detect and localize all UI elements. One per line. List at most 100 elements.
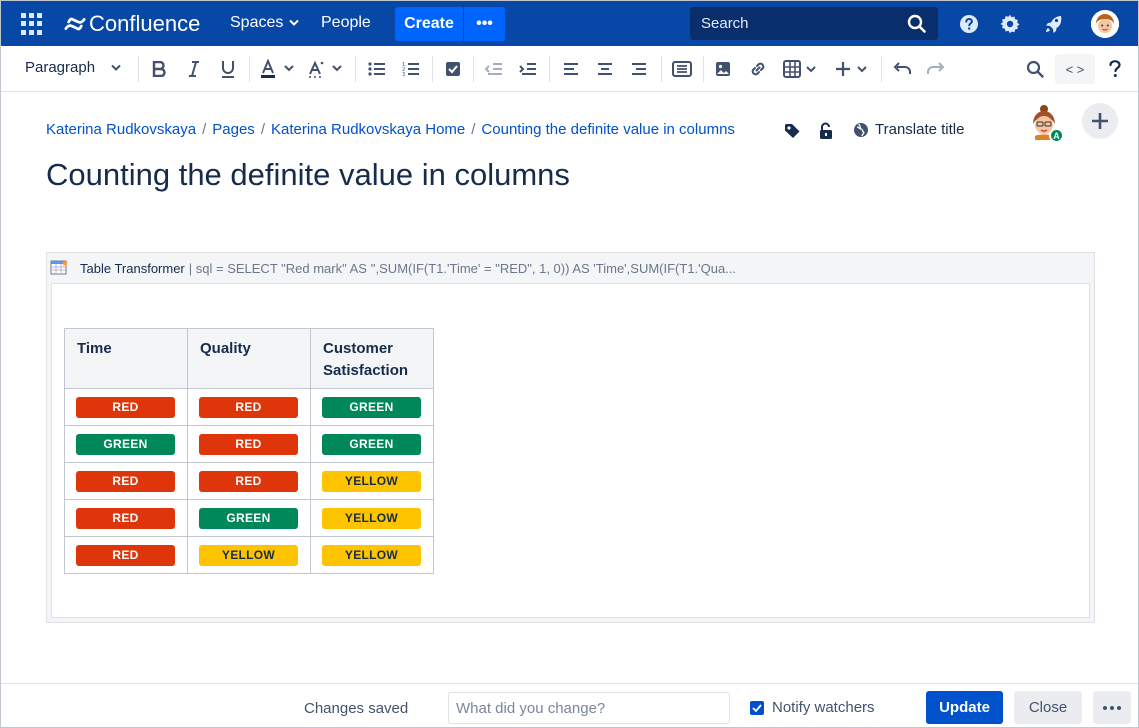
table-cell[interactable]: RED <box>64 388 188 426</box>
update-button[interactable]: Update <box>926 691 1003 724</box>
toolbar-divider <box>138 56 139 82</box>
outdent-button[interactable] <box>484 57 504 81</box>
status-lozenge-red[interactable]: RED <box>76 544 175 566</box>
insert-more-button[interactable] <box>834 57 870 81</box>
indent-button[interactable] <box>518 57 538 81</box>
table-cell[interactable]: YELLOW <box>310 536 434 574</box>
table-cell[interactable]: RED <box>64 499 188 537</box>
more-actions-button[interactable] <box>1093 691 1131 724</box>
breadcrumb: Katerina Rudkovskaya / Pages / Katerina … <box>46 121 735 138</box>
status-lozenge-red[interactable]: RED <box>76 507 175 529</box>
editor-help-button[interactable] <box>1105 57 1125 81</box>
product-name: Confluence <box>89 11 201 36</box>
more-dots-icon: ••• <box>476 15 493 32</box>
page-layout-button[interactable] <box>671 57 693 81</box>
invite-collaborator-button[interactable] <box>1082 103 1118 139</box>
user-avatar[interactable] <box>1091 10 1119 38</box>
source-editor-button[interactable]: < > <box>1055 54 1095 84</box>
task-list-button[interactable] <box>443 57 463 81</box>
status-lozenge-green[interactable]: GREEN <box>322 433 421 455</box>
status-lozenge-yellow[interactable]: YELLOW <box>322 507 421 529</box>
search-icon[interactable] <box>907 14 927 34</box>
help-icon[interactable] <box>958 13 980 35</box>
rocket-notifications-icon[interactable] <box>1043 13 1065 35</box>
notify-watchers-checkbox[interactable]: Notify watchers <box>750 699 875 716</box>
status-lozenge-green[interactable]: GREEN <box>322 396 421 418</box>
insert-link-button[interactable] <box>747 57 769 81</box>
paragraph-style-select[interactable]: Paragraph <box>25 59 121 76</box>
table-cell[interactable]: GREEN <box>187 499 311 537</box>
table-cell[interactable]: RED <box>187 388 311 426</box>
spaces-menu[interactable]: Spaces <box>230 14 300 32</box>
table-cell[interactable]: YELLOW <box>310 499 434 537</box>
toolbar-divider <box>881 56 882 82</box>
italic-button[interactable] <box>184 57 204 81</box>
create-button[interactable]: Create <box>395 7 463 41</box>
toolbar-divider <box>473 56 474 82</box>
table-cell[interactable]: RED <box>187 425 311 463</box>
status-lozenge-red[interactable]: RED <box>76 470 175 492</box>
bold-button[interactable] <box>149 57 169 81</box>
insert-image-button[interactable] <box>713 57 733 81</box>
table-cell[interactable]: RED <box>187 462 311 500</box>
find-replace-button[interactable] <box>1024 57 1046 81</box>
top-navigation: Confluence Spaces People Create ••• <box>1 1 1138 46</box>
bullet-list-button[interactable] <box>367 57 387 81</box>
unlock-icon[interactable] <box>817 122 835 140</box>
align-right-button[interactable] <box>629 57 649 81</box>
text-color-icon <box>261 59 294 78</box>
header-quality[interactable]: Quality <box>187 328 311 389</box>
status-lozenge-red[interactable]: RED <box>76 396 175 418</box>
search-input[interactable] <box>701 15 901 32</box>
label-tag-icon[interactable] <box>783 122 801 140</box>
status-lozenge-yellow[interactable]: YELLOW <box>322 470 421 492</box>
breadcrumb-separator: / <box>471 121 476 138</box>
table-cell[interactable]: YELLOW <box>310 462 434 500</box>
status-lozenge-green[interactable]: GREEN <box>76 433 175 455</box>
insert-table-button[interactable] <box>783 57 819 81</box>
status-lozenge-red[interactable]: RED <box>199 470 298 492</box>
status-lozenge-red[interactable]: RED <box>199 433 298 455</box>
underline-button[interactable] <box>218 57 238 81</box>
text-color-button[interactable] <box>258 57 296 81</box>
people-link[interactable]: People <box>321 14 371 32</box>
search-box[interactable] <box>690 7 938 40</box>
table-cell[interactable]: GREEN <box>310 388 434 426</box>
change-comment-input[interactable] <box>448 692 730 724</box>
status-lozenge-green[interactable]: GREEN <box>199 507 298 529</box>
header-customer-satisfaction[interactable]: Customer Satisfaction <box>310 328 434 389</box>
breadcrumb-item-pages[interactable]: Pages <box>212 121 255 138</box>
header-time[interactable]: Time <box>64 328 188 389</box>
confluence-logo-icon <box>64 17 86 31</box>
more-dots-icon <box>1103 705 1121 710</box>
app-switcher-icon[interactable] <box>21 13 43 35</box>
breadcrumb-item-space[interactable]: Katerina Rudkovskaya <box>46 121 196 138</box>
table-cell[interactable]: GREEN <box>310 425 434 463</box>
outdent-icon <box>485 63 502 75</box>
align-left-button[interactable] <box>561 57 581 81</box>
breadcrumb-item-home[interactable]: Katerina Rudkovskaya Home <box>271 121 465 138</box>
more-formatting-button[interactable] <box>306 57 344 81</box>
breadcrumb-item-current-page[interactable]: Counting the definite value in columns <box>481 121 735 138</box>
gear-icon[interactable] <box>999 13 1021 35</box>
numbered-list-button[interactable]: 123 <box>401 57 421 81</box>
align-center-button[interactable] <box>595 57 615 81</box>
macro-body: Time Quality Customer Satisfaction RED RE… <box>51 283 1090 618</box>
status-lozenge-yellow[interactable]: YELLOW <box>199 544 298 566</box>
page-title[interactable]: Counting the definite value in columns <box>46 157 570 193</box>
close-button[interactable]: Close <box>1014 691 1082 724</box>
create-more-button[interactable]: ••• <box>464 7 505 41</box>
table-cell[interactable]: YELLOW <box>187 536 311 574</box>
undo-button[interactable] <box>892 57 912 81</box>
status-lozenge-yellow[interactable]: YELLOW <box>322 544 421 566</box>
status-lozenge-red[interactable]: RED <box>199 396 298 418</box>
confluence-logo[interactable]: Confluence <box>64 10 200 38</box>
table-cell[interactable]: RED <box>64 462 188 500</box>
undo-icon <box>893 62 911 74</box>
redo-button[interactable] <box>926 57 946 81</box>
translate-title-button[interactable]: Translate title <box>853 121 964 138</box>
table-cell[interactable]: GREEN <box>64 425 188 463</box>
checkbox-checked-icon <box>750 700 764 715</box>
table-transformer-macro[interactable]: Table Transformer | sql = SELECT "Red ma… <box>46 252 1095 623</box>
table-cell[interactable]: RED <box>64 536 188 574</box>
